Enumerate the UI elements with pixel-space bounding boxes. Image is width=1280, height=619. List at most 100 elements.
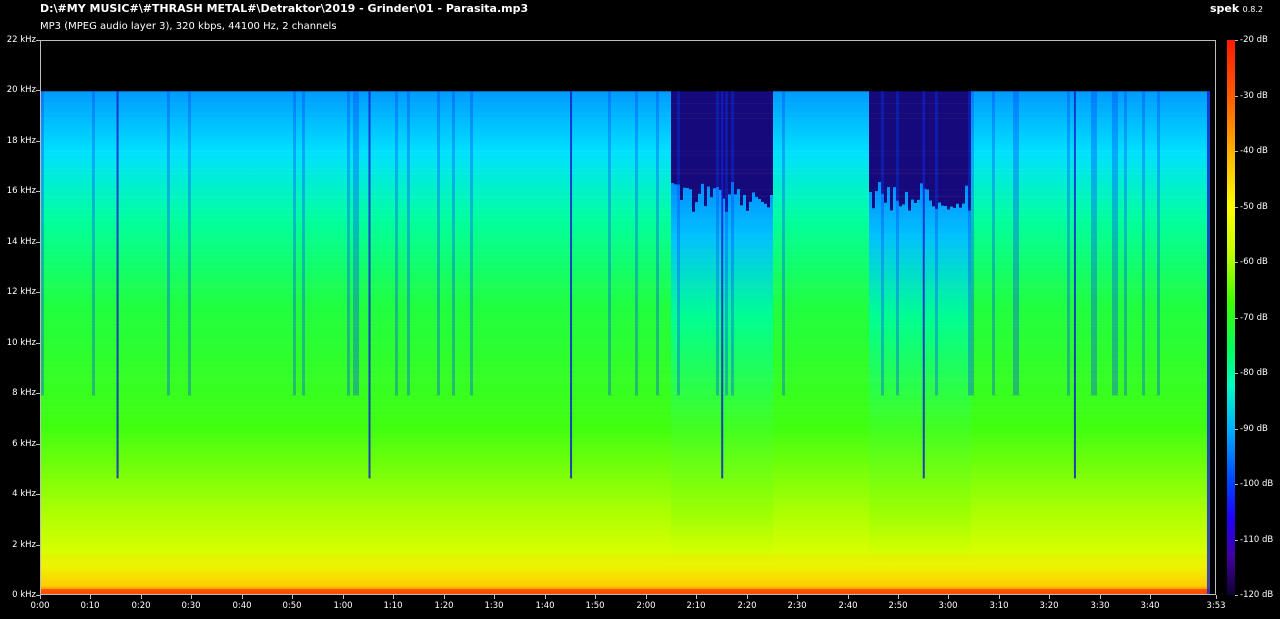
spectrum-empty-band <box>1151 41 1155 92</box>
spectrum-empty-band <box>320 41 324 92</box>
spectrum-column <box>839 41 843 594</box>
spectrum-empty-band <box>158 41 162 92</box>
spectrum-column <box>1184 41 1188 594</box>
spectrum-empty-band <box>1073 41 1077 92</box>
spectrum-column <box>374 41 378 594</box>
spectrum-quiet-band <box>674 91 678 185</box>
db-tick-label: -50 dB <box>1240 202 1268 212</box>
spectrum-column <box>848 41 852 594</box>
spectrum-quiet-band <box>962 91 966 204</box>
spectrum-streak <box>725 91 728 396</box>
spectrum-empty-band <box>161 41 165 92</box>
spectrum-column <box>161 41 165 594</box>
spectrum-empty-band <box>371 41 375 92</box>
spectrum-empty-band <box>44 41 48 92</box>
spectrum-column <box>812 41 816 594</box>
spectrum-quiet-band <box>941 91 945 206</box>
freq-tick-label: 16 kHz <box>6 186 36 196</box>
spectrum-column <box>485 41 489 594</box>
db-tick <box>1235 484 1238 485</box>
spectrum-empty-band <box>434 41 438 92</box>
spectrum-column <box>284 41 288 594</box>
spectrum-empty-band <box>1172 41 1176 92</box>
spectrum-column <box>578 41 582 594</box>
time-tick-label: 3:53 <box>1206 601 1226 611</box>
time-tick-label: 0:20 <box>131 601 151 611</box>
freq-tick-label: 10 kHz <box>6 338 36 348</box>
spectrum-empty-band <box>1052 41 1056 92</box>
spectrum-empty-band <box>71 41 75 92</box>
spectrum-empty-band <box>221 41 225 92</box>
freq-tick <box>36 90 40 91</box>
spectrum-low-glow <box>41 554 1210 589</box>
spectrum-streak <box>677 91 680 396</box>
spectrum-empty-band <box>482 41 486 92</box>
spectrum-column <box>614 41 618 594</box>
db-tick-label: -30 dB <box>1240 91 1268 101</box>
spectrum-quiet-band <box>761 91 765 202</box>
spectrum-column <box>1163 41 1167 594</box>
spectrum-column <box>59 41 63 594</box>
spectrum-column <box>281 41 285 594</box>
spectrum-empty-band <box>1148 41 1152 92</box>
spectrum-column <box>410 41 414 594</box>
spectrum-empty-band <box>209 41 213 92</box>
freq-tick <box>36 141 40 142</box>
spectrum-streak <box>1142 91 1145 396</box>
spectrum-empty-band <box>653 41 657 92</box>
spectrum-column <box>998 41 1002 594</box>
spectrum-quiet-band <box>755 91 759 197</box>
spectrum-empty-band <box>302 41 306 92</box>
spectrum-empty-band <box>389 41 393 92</box>
spectrum-column <box>653 41 657 594</box>
freq-tick <box>36 191 40 192</box>
spectrum-quiet-band <box>950 91 954 207</box>
spectrum-empty-band <box>470 41 474 92</box>
spectrum-empty-band <box>785 41 789 92</box>
spectrum-empty-band <box>467 41 471 92</box>
spectrum-empty-band <box>194 41 198 92</box>
file-path-title: D:\#MY MUSIC#\#THRASH METAL#\Detraktor\2… <box>40 2 529 15</box>
spectrum-empty-band <box>1169 41 1173 92</box>
spectrum-streak <box>437 91 440 396</box>
spectrum-empty-band <box>410 41 414 92</box>
spectrum-noise-line <box>41 285 1210 287</box>
spectrum-empty-band <box>377 41 381 92</box>
spectrum-empty-band <box>188 41 192 92</box>
time-tick <box>494 595 495 599</box>
spectrum-empty-band <box>1037 41 1041 92</box>
spectrum-streak <box>968 91 971 396</box>
spectrum-empty-band <box>656 41 660 92</box>
spectrum-column <box>563 41 567 594</box>
spectrum-streak <box>608 91 611 396</box>
spectrum-noise-line <box>41 250 1210 252</box>
spectrum-quiet-band <box>914 91 918 203</box>
spectrum-column <box>1082 41 1086 594</box>
spectrum-empty-band <box>119 41 123 92</box>
spectrum-empty-band <box>89 41 93 92</box>
spectrum-empty-band <box>278 41 282 92</box>
spectrum-empty-band <box>983 41 987 92</box>
spectrum-empty-band <box>374 41 378 92</box>
spectrum-quiet-band <box>689 91 693 190</box>
time-tick <box>999 595 1000 599</box>
spectrum-column <box>788 41 792 594</box>
spectrum-column <box>842 41 846 594</box>
spectrum-streak <box>1124 91 1127 396</box>
spectrum-noise-line <box>41 342 1210 344</box>
spectrogram-plot[interactable] <box>40 40 1216 595</box>
spectrum-column <box>1061 41 1065 594</box>
spectrum-column <box>77 41 81 594</box>
spectrum-column <box>776 41 780 594</box>
spectrum-streak <box>293 91 296 396</box>
db-tick <box>1235 373 1238 374</box>
spectrum-empty-band <box>1013 41 1017 92</box>
spectrum-noise-line <box>41 491 1210 493</box>
spectrum-empty-band <box>179 41 183 92</box>
spectrum-empty-band <box>416 41 420 92</box>
spectrum-column <box>1028 41 1032 594</box>
spectrum-empty-band <box>1085 41 1089 92</box>
spectrum-column <box>227 41 231 594</box>
spectrum-column <box>863 41 867 594</box>
spectrum-empty-band <box>536 41 540 92</box>
